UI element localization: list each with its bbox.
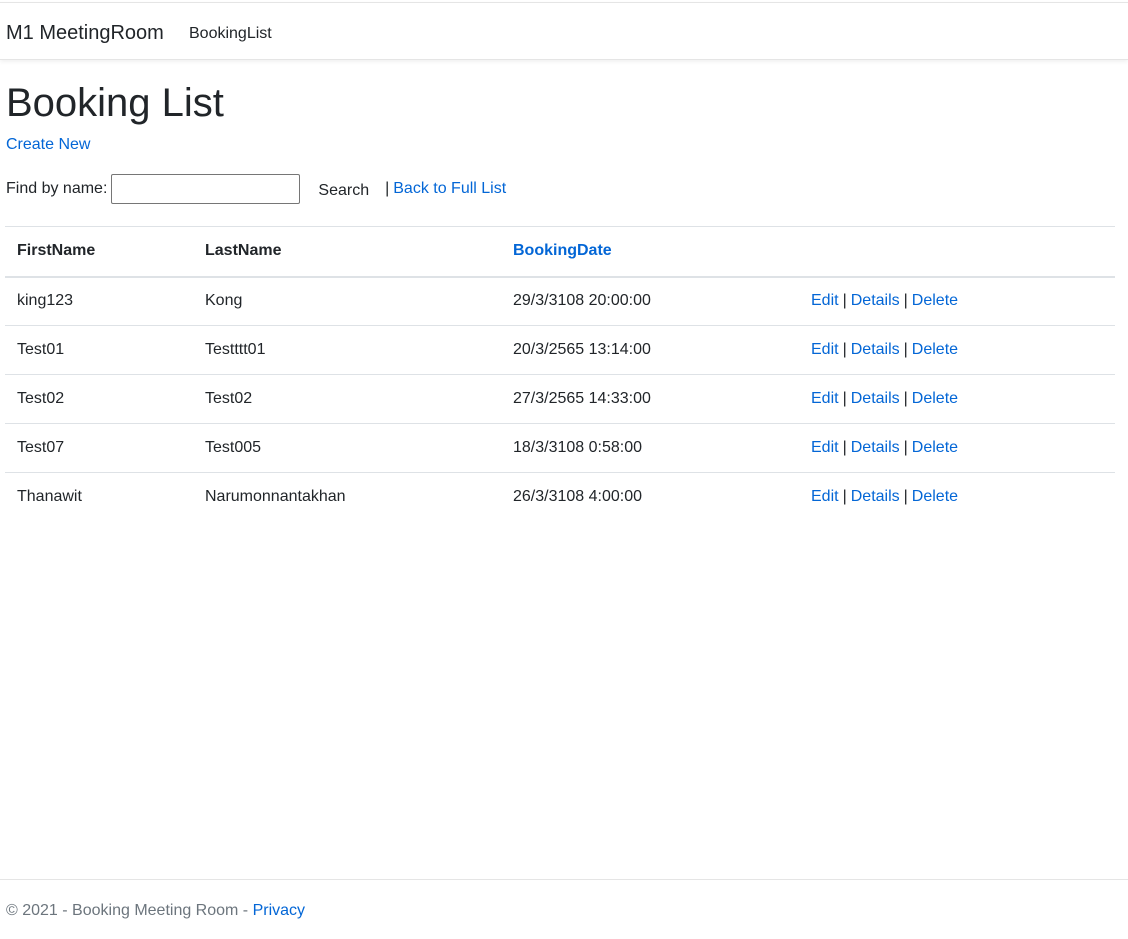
action-separator: |	[842, 292, 847, 310]
search-form: Find by name: Search | Back to Full List	[6, 174, 506, 204]
cell-actions: Edit | Details | Delete	[799, 325, 1115, 375]
cell-firstname: Test02	[5, 374, 193, 424]
cell-bookingdate: 26/3/3108 4:00:00	[501, 472, 799, 522]
details-link[interactable]: Details	[851, 292, 900, 309]
details-link[interactable]: Details	[851, 439, 900, 456]
nav-link-bookinglist[interactable]: BookingList	[189, 24, 272, 44]
cell-bookingdate: 29/3/3108 20:00:00	[501, 276, 799, 326]
action-separator: |	[903, 341, 908, 358]
back-to-full-list-link[interactable]: Back to Full List	[393, 180, 506, 198]
delete-link[interactable]: Delete	[912, 292, 958, 309]
bookings-table: FirstName LastName BookingDate king123 Ko…	[5, 226, 1115, 522]
table-row: Thanawit Narumonnantakhan 26/3/3108 4:00:0…	[5, 472, 1115, 522]
table-row: Test01 Testttt01 20/3/2565 13:14:00 Edit | De…	[5, 325, 1115, 375]
action-separator: |	[842, 439, 847, 456]
action-separator: |	[842, 488, 847, 506]
cell-actions: Edit | Details | Delete	[799, 423, 1115, 473]
page-title: Booking List	[6, 81, 224, 125]
cell-firstname: Test01	[5, 325, 193, 375]
table-row: Test02 Test02 27/3/2565 14:33:00 Edit | Detai…	[5, 374, 1115, 424]
delete-link[interactable]: Delete	[912, 390, 958, 407]
navbar: M1 MeetingRoom BookingList	[0, 2, 1128, 60]
privacy-link[interactable]: Privacy	[253, 902, 305, 919]
search-label: Find by name:	[6, 180, 108, 197]
page: M1 MeetingRoom BookingList Booking List …	[0, 0, 1128, 939]
cell-bookingdate: 18/3/3108 0:58:00	[501, 423, 799, 473]
table-header-row: FirstName LastName BookingDate	[5, 226, 1115, 278]
details-link[interactable]: Details	[851, 390, 900, 407]
delete-link[interactable]: Delete	[912, 488, 958, 505]
delete-link[interactable]: Delete	[912, 341, 958, 358]
header-lastname: LastName	[193, 226, 501, 278]
search-input[interactable]	[111, 174, 301, 204]
cell-firstname: Thanawit	[5, 472, 193, 522]
action-separator: |	[903, 439, 908, 456]
cell-lastname: Testttt01	[193, 325, 501, 375]
details-link[interactable]: Details	[851, 341, 900, 358]
cell-firstname: king123	[5, 276, 193, 326]
cell-bookingdate: 20/3/2565 13:14:00	[501, 325, 799, 375]
edit-link[interactable]: Edit	[811, 488, 839, 505]
cell-actions: Edit | Details | Delete	[799, 472, 1115, 522]
header-firstname: FirstName	[5, 226, 193, 278]
brand-link[interactable]: M1 MeetingRoom	[6, 21, 164, 45]
edit-link[interactable]: Edit	[811, 390, 839, 407]
cell-lastname: Test02	[193, 374, 501, 424]
cell-firstname: Test07	[5, 423, 193, 473]
search-button[interactable]: Search	[310, 174, 377, 204]
table-row: Test07 Test005 18/3/3108 0:58:00 Edit | Detai…	[5, 423, 1115, 473]
table-row: king123 Kong 29/3/3108 20:00:00 Edit | Detail…	[5, 276, 1115, 326]
cell-lastname: Kong	[193, 276, 501, 326]
edit-link[interactable]: Edit	[811, 292, 839, 309]
delete-link[interactable]: Delete	[912, 439, 958, 456]
action-separator: |	[903, 390, 908, 407]
header-actions	[799, 226, 1115, 278]
cell-bookingdate: 27/3/2565 14:33:00	[501, 374, 799, 424]
cell-actions: Edit | Details | Delete	[799, 276, 1115, 326]
cell-actions: Edit | Details | Delete	[799, 374, 1115, 424]
search-separator: |	[385, 180, 390, 197]
cell-lastname: Narumonnantakhan	[193, 472, 501, 522]
action-separator: |	[903, 488, 908, 506]
edit-link[interactable]: Edit	[811, 439, 839, 456]
create-new-link[interactable]: Create New	[6, 135, 90, 155]
cell-lastname: Test005	[193, 423, 501, 473]
footer: © 2021 - Booking Meeting Room - Privacy	[0, 879, 1128, 939]
edit-link[interactable]: Edit	[811, 341, 839, 358]
header-bookingdate-sort-link[interactable]: BookingDate	[513, 242, 612, 259]
action-separator: |	[842, 390, 847, 407]
action-separator: |	[842, 341, 847, 358]
details-link[interactable]: Details	[851, 488, 900, 505]
footer-copyright: © 2021 - Booking Meeting Room -	[6, 902, 249, 919]
action-separator: |	[903, 292, 908, 310]
